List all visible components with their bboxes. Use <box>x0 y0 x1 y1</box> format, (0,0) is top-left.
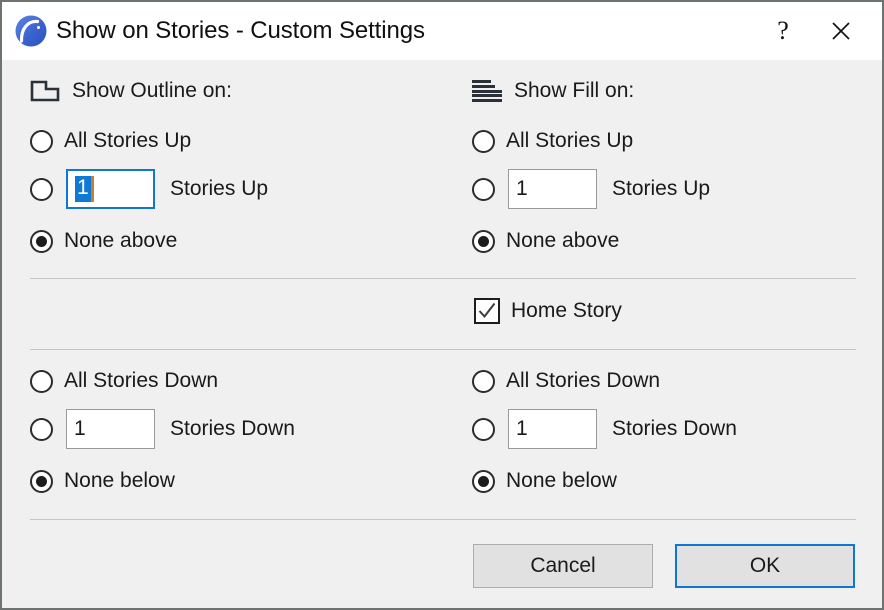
outline-count-down-suffix: Stories Down <box>170 417 295 441</box>
home-story-label: Home Story <box>511 299 622 323</box>
fill-count-down-radio[interactable] <box>472 418 495 441</box>
dialog-content: Show Outline on: All Stories Up 1 Storie… <box>2 60 882 608</box>
cancel-button-label: Cancel <box>530 554 595 578</box>
help-button[interactable]: ? <box>754 2 812 60</box>
fill-count-up-row[interactable]: 1 Stories Up <box>472 172 710 206</box>
fill-all-down-label: All Stories Down <box>506 369 660 393</box>
fill-count-down-row[interactable]: 1 Stories Down <box>472 412 737 446</box>
close-icon <box>830 20 852 42</box>
fill-count-up-value: 1 <box>516 177 528 201</box>
outline-none-above-label: None above <box>64 229 177 253</box>
close-button[interactable] <box>812 2 870 60</box>
outline-count-down-radio[interactable] <box>30 418 53 441</box>
fill-count-up-radio[interactable] <box>472 178 495 201</box>
outline-shape-icon <box>30 80 60 102</box>
title-bar: Show on Stories - Custom Settings ? <box>2 2 882 60</box>
fill-none-below-label: None below <box>506 469 617 493</box>
outline-count-down-value: 1 <box>74 417 86 441</box>
ok-button-label: OK <box>750 554 780 578</box>
outline-count-up-radio[interactable] <box>30 178 53 201</box>
fill-section-label: Show Fill on: <box>514 79 634 103</box>
outline-all-up-row[interactable]: All Stories Up <box>30 124 191 158</box>
fill-count-down-suffix: Stories Down <box>612 417 737 441</box>
outline-section-header: Show Outline on: <box>30 78 232 104</box>
fill-count-down-input[interactable]: 1 <box>508 409 597 449</box>
outline-count-up-row[interactable]: 1 Stories Up <box>30 172 268 206</box>
outline-all-up-radio[interactable] <box>30 130 53 153</box>
home-story-checkbox[interactable] <box>474 298 500 324</box>
outline-count-up-value: 1 <box>75 176 91 201</box>
outline-none-below-row[interactable]: None below <box>30 464 175 498</box>
fill-none-above-label: None above <box>506 229 619 253</box>
text-caret <box>91 176 94 202</box>
fill-none-above-row[interactable]: None above <box>472 224 619 258</box>
separator-middle <box>30 349 856 350</box>
checkmark-icon <box>476 300 498 322</box>
fill-all-down-row[interactable]: All Stories Down <box>472 364 660 398</box>
fill-count-up-input[interactable]: 1 <box>508 169 597 209</box>
fill-section-header: Show Fill on: <box>472 78 634 104</box>
fill-none-below-row[interactable]: None below <box>472 464 617 498</box>
outline-count-down-input[interactable]: 1 <box>66 409 155 449</box>
home-story-row[interactable]: Home Story <box>474 294 622 328</box>
outline-none-above-radio[interactable] <box>30 230 53 253</box>
outline-all-down-row[interactable]: All Stories Down <box>30 364 218 398</box>
fill-all-down-radio[interactable] <box>472 370 495 393</box>
outline-count-up-suffix: Stories Up <box>170 177 268 201</box>
separator-lower <box>30 519 856 520</box>
fill-none-below-radio[interactable] <box>472 470 495 493</box>
outline-count-up-input[interactable]: 1 <box>66 169 155 209</box>
outline-none-above-row[interactable]: None above <box>30 224 177 258</box>
outline-none-below-radio[interactable] <box>30 470 53 493</box>
fill-all-up-label: All Stories Up <box>506 129 633 153</box>
cancel-button[interactable]: Cancel <box>473 544 653 588</box>
dialog-window: Show on Stories - Custom Settings ? Show… <box>0 0 884 610</box>
outline-all-down-label: All Stories Down <box>64 369 218 393</box>
fill-count-up-suffix: Stories Up <box>612 177 710 201</box>
outline-none-below-label: None below <box>64 469 175 493</box>
window-title: Show on Stories - Custom Settings <box>56 17 425 45</box>
outline-section-label: Show Outline on: <box>72 79 232 103</box>
fill-hatch-icon <box>472 80 502 102</box>
separator-upper <box>30 278 856 279</box>
ok-button[interactable]: OK <box>675 544 855 588</box>
fill-all-up-row[interactable]: All Stories Up <box>472 124 633 158</box>
fill-count-down-value: 1 <box>516 417 528 441</box>
fill-none-above-radio[interactable] <box>472 230 495 253</box>
outline-count-down-row[interactable]: 1 Stories Down <box>30 412 295 446</box>
outline-all-up-label: All Stories Up <box>64 129 191 153</box>
fill-all-up-radio[interactable] <box>472 130 495 153</box>
archicad-logo-icon <box>14 14 48 48</box>
outline-all-down-radio[interactable] <box>30 370 53 393</box>
help-icon: ? <box>777 18 789 44</box>
